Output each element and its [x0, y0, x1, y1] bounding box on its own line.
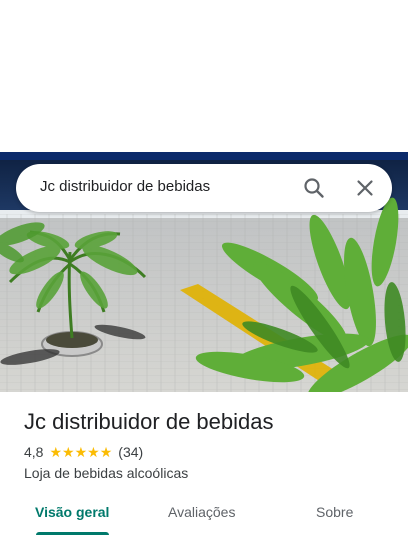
- place-tabs: Visão geral Avaliações Sobre: [0, 496, 408, 536]
- rating-stars: ★ ★ ★ ★ ★: [49, 444, 112, 460]
- star-icon: ★: [74, 444, 88, 460]
- search-bar[interactable]: Jc distribuidor de bebidas: [16, 164, 392, 212]
- map-blank-area: [0, 0, 408, 152]
- search-icon[interactable]: [302, 176, 326, 200]
- place-info: Jc distribuidor de bebidas 4,8 ★ ★ ★ ★ ★…: [24, 408, 394, 481]
- star-icon: ★: [87, 444, 100, 460]
- rating-value: 4,8: [24, 444, 44, 460]
- tab-about[interactable]: Sobre: [316, 504, 353, 520]
- active-tab-indicator: [36, 532, 109, 535]
- reviews-count[interactable]: (34): [118, 444, 143, 460]
- place-title: Jc distribuidor de bebidas: [24, 409, 274, 434]
- rating-row[interactable]: 4,8 ★ ★ ★ ★ ★ (34): [24, 444, 143, 460]
- place-category: Loja de bebidas alcoólicas: [24, 465, 189, 481]
- star-icon: ★: [99, 444, 113, 460]
- star-icon: ★: [49, 444, 63, 460]
- close-icon[interactable]: [353, 176, 377, 200]
- search-input[interactable]: Jc distribuidor de bebidas: [40, 178, 210, 195]
- tab-reviews[interactable]: Avaliações: [168, 504, 235, 520]
- tab-overview[interactable]: Visão geral: [35, 504, 109, 520]
- star-icon: ★: [62, 444, 75, 460]
